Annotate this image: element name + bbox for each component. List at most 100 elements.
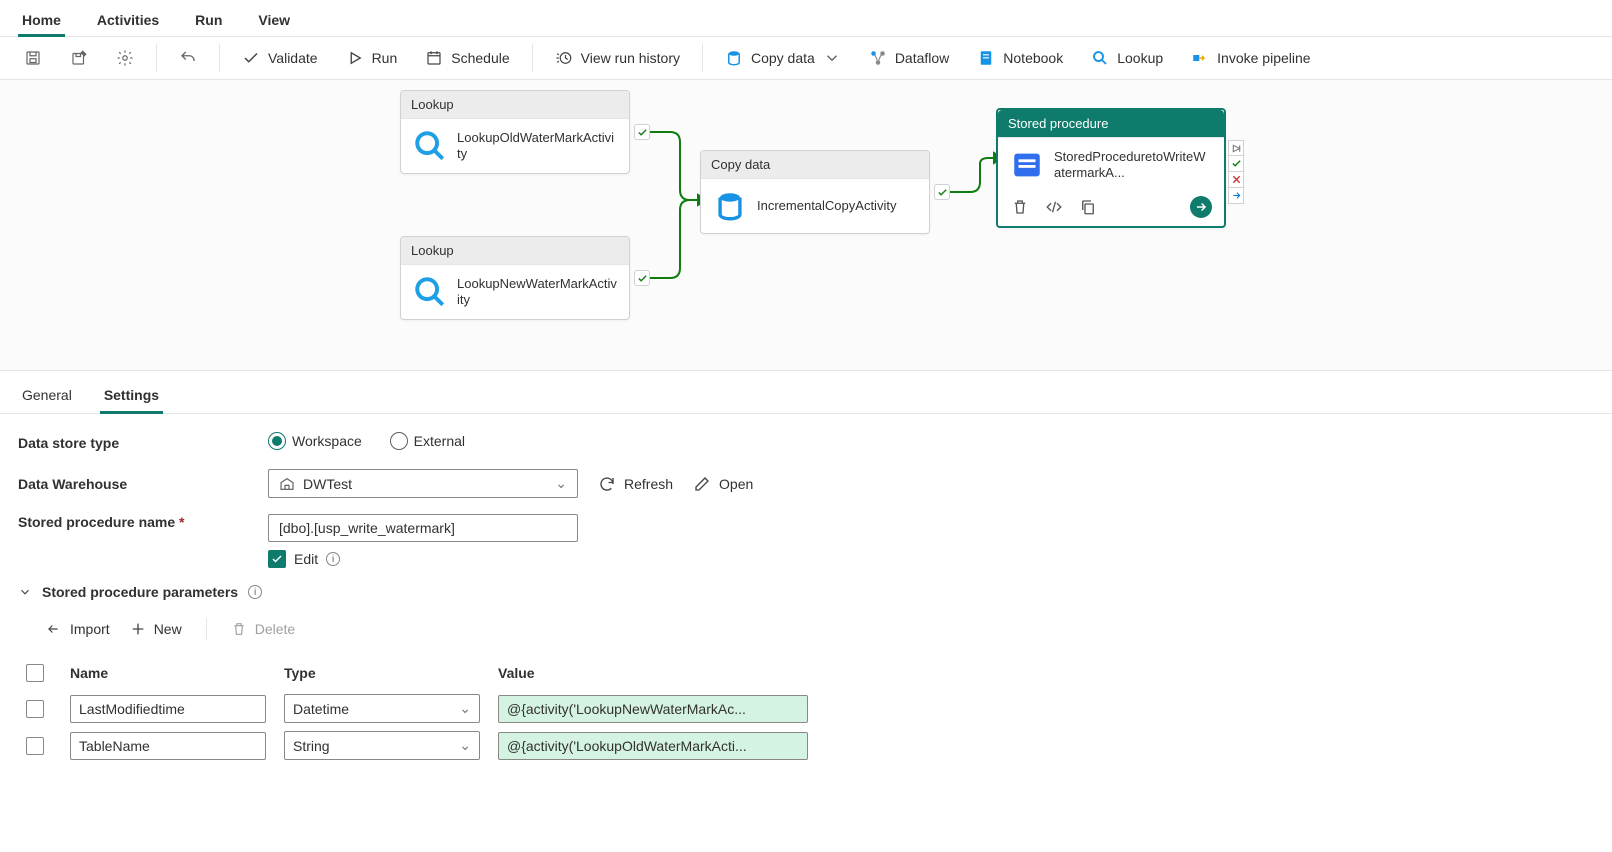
search-icon xyxy=(413,129,447,163)
params-table: Name Type Value LastModifiedtime Datetim… xyxy=(18,654,1238,764)
activity-lookup-old[interactable]: Lookup LookupOldWaterMarkActivity xyxy=(400,90,630,174)
separator xyxy=(206,618,207,640)
undo-icon xyxy=(179,49,197,67)
save-as-icon xyxy=(70,49,88,67)
row-checkbox[interactable] xyxy=(26,700,44,718)
outcome-completion-icon[interactable] xyxy=(1228,188,1244,204)
param-name-input[interactable]: TableName xyxy=(70,732,266,760)
separator xyxy=(219,44,220,72)
edit-checkbox[interactable] xyxy=(268,550,286,568)
import-icon xyxy=(44,622,62,636)
tab-view[interactable]: View xyxy=(254,6,294,36)
database-icon xyxy=(725,49,743,67)
outcome-skip-icon[interactable] xyxy=(1228,140,1244,156)
copy-button[interactable] xyxy=(1078,197,1098,217)
outcome-failure-icon[interactable] xyxy=(1228,172,1244,188)
chevron-down-icon xyxy=(18,585,32,599)
sp-params-header[interactable]: Stored procedure parameters i xyxy=(18,584,1594,600)
dataflow-button[interactable]: Dataflow xyxy=(859,43,959,73)
col-type: Type xyxy=(284,665,480,681)
table-row: TableName String⌄ @{activity('LookupOldW… xyxy=(18,727,1238,764)
delete-button[interactable] xyxy=(1010,197,1030,217)
save-button[interactable] xyxy=(14,43,52,73)
info-icon[interactable]: i xyxy=(248,585,262,599)
delete-button[interactable]: Delete xyxy=(231,621,295,637)
run-button[interactable]: Run xyxy=(336,43,408,73)
activity-type-label: Lookup xyxy=(401,91,629,119)
activity-lookup-new[interactable]: Lookup LookupNewWaterMarkActivity xyxy=(400,236,630,320)
outcome-ports xyxy=(1228,140,1244,204)
separator xyxy=(532,44,533,72)
tab-run[interactable]: Run xyxy=(191,6,226,36)
col-name: Name xyxy=(70,665,266,681)
outcome-success-icon[interactable] xyxy=(1228,156,1244,172)
new-button[interactable]: New xyxy=(130,621,182,637)
sp-name-input[interactable]: [dbo].[usp_write_watermark] xyxy=(268,514,578,542)
open-button[interactable]: Open xyxy=(693,475,753,493)
pipeline-icon xyxy=(1191,49,1209,67)
top-tabs: Home Activities Run View xyxy=(0,0,1612,37)
tab-settings[interactable]: Settings xyxy=(100,381,163,413)
activity-type-label: Stored procedure xyxy=(998,110,1224,138)
schedule-button[interactable]: Schedule xyxy=(415,43,519,73)
activity-stored-procedure[interactable]: Stored procedure StoredProceduretoWriteW… xyxy=(996,108,1226,228)
activity-copy-data[interactable]: Copy data IncrementalCopyActivity xyxy=(700,150,930,234)
activity-action-bar xyxy=(998,192,1224,226)
validate-button[interactable]: Validate xyxy=(232,43,328,73)
stored-procedure-icon xyxy=(1010,148,1044,182)
param-name-input[interactable]: LastModifiedtime xyxy=(70,695,266,723)
import-button[interactable]: Import xyxy=(44,621,110,637)
chevron-down-icon xyxy=(823,49,841,67)
property-tabs: General Settings xyxy=(0,371,1612,414)
activity-name: StoredProceduretoWriteWatermarkA... xyxy=(1054,149,1212,182)
search-icon xyxy=(413,275,447,309)
code-button[interactable] xyxy=(1044,197,1064,217)
data-store-type-label: Data store type xyxy=(18,435,248,451)
play-icon xyxy=(346,49,364,67)
col-value: Value xyxy=(498,665,1048,681)
undo-button[interactable] xyxy=(169,43,207,73)
tab-home[interactable]: Home xyxy=(18,6,65,36)
param-type-select[interactable]: String⌄ xyxy=(284,731,480,760)
invoke-pipeline-button[interactable]: Invoke pipeline xyxy=(1181,43,1320,73)
lookup-button[interactable]: Lookup xyxy=(1081,43,1173,73)
pipeline-canvas[interactable]: Lookup LookupOldWaterMarkActivity Lookup… xyxy=(0,80,1612,371)
row-checkbox[interactable] xyxy=(26,737,44,755)
activity-name: LookupNewWaterMarkActivity xyxy=(457,276,617,309)
gear-icon xyxy=(116,49,134,67)
radio-workspace[interactable]: Workspace xyxy=(268,432,362,450)
connector xyxy=(650,130,706,280)
settings-button[interactable] xyxy=(106,43,144,73)
info-icon[interactable]: i xyxy=(326,552,340,566)
chevron-down-icon: ⌄ xyxy=(459,700,471,717)
tab-general[interactable]: General xyxy=(18,381,76,413)
calendar-icon xyxy=(425,49,443,67)
param-type-select[interactable]: Datetime⌄ xyxy=(284,694,480,723)
edit-label: Edit xyxy=(294,551,318,567)
notebook-button[interactable]: Notebook xyxy=(967,43,1073,73)
param-toolbar: Import New Delete xyxy=(18,612,1594,654)
refresh-button[interactable]: Refresh xyxy=(598,475,673,493)
check-icon xyxy=(242,49,260,67)
radio-external[interactable]: External xyxy=(390,432,465,450)
chevron-down-icon: ⌄ xyxy=(555,475,567,492)
notebook-icon xyxy=(977,49,995,67)
data-warehouse-select[interactable]: DWTest ⌄ xyxy=(268,469,578,498)
select-all-checkbox[interactable] xyxy=(26,664,44,682)
tab-activities[interactable]: Activities xyxy=(93,6,163,36)
param-value-input[interactable]: @{activity('LookupNewWaterMarkAc... xyxy=(498,695,808,723)
copy-data-button[interactable]: Copy data xyxy=(715,43,851,73)
table-row: LastModifiedtime Datetime⌄ @{activity('L… xyxy=(18,690,1238,727)
toolbar: Validate Run Schedule View run history C… xyxy=(0,37,1612,80)
go-button[interactable] xyxy=(1190,196,1212,218)
save-icon xyxy=(24,49,42,67)
edit-icon xyxy=(693,475,711,493)
trash-icon xyxy=(231,621,247,637)
plus-icon xyxy=(130,621,146,637)
status-success-icon xyxy=(634,270,650,286)
param-value-input[interactable]: @{activity('LookupOldWaterMarkActi... xyxy=(498,732,808,760)
view-run-history-button[interactable]: View run history xyxy=(545,43,690,73)
save-as-button[interactable] xyxy=(60,43,98,73)
activity-name: IncrementalCopyActivity xyxy=(757,198,896,214)
status-success-icon xyxy=(934,184,950,200)
